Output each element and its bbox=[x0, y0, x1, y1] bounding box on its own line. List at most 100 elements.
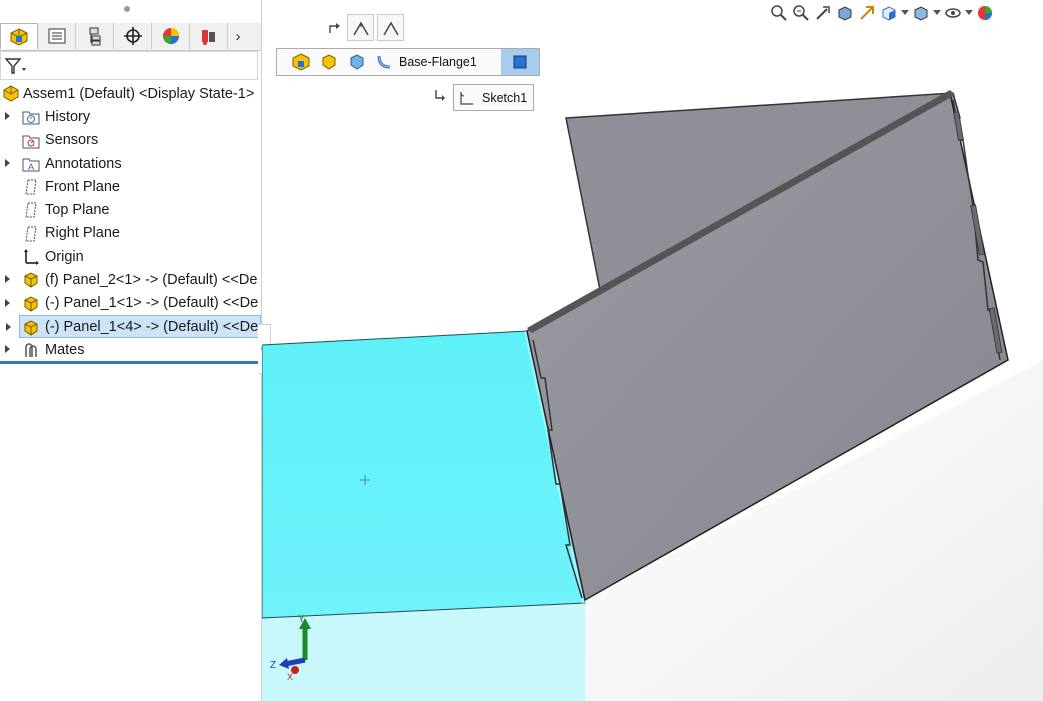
model-view bbox=[262, 90, 1043, 701]
display-manager-icon bbox=[162, 28, 179, 44]
assembly-icon bbox=[292, 53, 310, 71]
triad-x-label: X bbox=[287, 672, 293, 682]
tree-root-assembly[interactable]: Assem1 (Default) <Display State-1> bbox=[0, 82, 261, 105]
triad-z-label: Z bbox=[270, 660, 276, 671]
base-flange-icon bbox=[377, 55, 391, 69]
breadcrumb-body[interactable] bbox=[343, 49, 371, 75]
sketch-tool-button-1[interactable] bbox=[347, 14, 374, 41]
tab-feature-manager[interactable] bbox=[0, 23, 38, 49]
sensors-folder-icon bbox=[22, 132, 40, 150]
tree-item-label: Right Plane bbox=[45, 225, 120, 242]
cam-icon bbox=[201, 30, 215, 45]
view-orientation-icon[interactable] bbox=[878, 2, 900, 24]
appearance-icon[interactable] bbox=[974, 2, 996, 24]
part-icon bbox=[322, 54, 336, 70]
breadcrumb-bar: Base-Flange1 bbox=[276, 48, 540, 76]
filter-icon bbox=[4, 58, 26, 74]
configuration-manager-icon bbox=[89, 27, 100, 46]
tree-item-origin[interactable]: Origin bbox=[0, 245, 261, 268]
breadcrumb-sketch-label: Sketch1 bbox=[482, 90, 528, 105]
breadcrumb-assembly[interactable] bbox=[287, 49, 315, 75]
solid-body-icon bbox=[350, 54, 364, 70]
tab-property-manager[interactable] bbox=[38, 23, 76, 49]
sub-level-arrow-icon bbox=[433, 88, 447, 107]
breadcrumb-feature[interactable]: Base-Flange1 bbox=[371, 49, 481, 75]
part-icon bbox=[22, 319, 40, 337]
plane-icon bbox=[22, 201, 40, 219]
tree-filter[interactable] bbox=[0, 51, 258, 80]
origin-icon bbox=[22, 248, 40, 266]
sketch-icon bbox=[460, 91, 473, 105]
tree-item-mates[interactable]: Mates bbox=[0, 338, 261, 361]
dropdown-arrow-icon[interactable] bbox=[932, 2, 942, 24]
sketch-tool-button-2[interactable] bbox=[377, 14, 404, 41]
hide-show-icon[interactable] bbox=[942, 2, 964, 24]
tree-item-label: Top Plane bbox=[45, 202, 110, 219]
previous-view-icon[interactable] bbox=[812, 2, 834, 24]
tree-item-label: (-) Panel_1<4> -> (Default) <<De bbox=[45, 318, 259, 335]
display-style-icon[interactable] bbox=[910, 2, 932, 24]
expand-arrow-icon[interactable] bbox=[6, 322, 11, 331]
tree-item-front-plane[interactable]: Front Plane bbox=[0, 175, 261, 198]
panel-grip-handle[interactable] bbox=[124, 6, 130, 12]
tree-item-label: (-) Panel_1<1> -> (Default) <<De bbox=[45, 295, 259, 312]
exit-arrow-icon[interactable] bbox=[326, 19, 344, 37]
line-tool-icon bbox=[352, 21, 369, 35]
tree-item-label: Annotations bbox=[45, 155, 122, 172]
tree-item-panel-2-1[interactable]: (f) Panel_2<1> -> (Default) <<De bbox=[0, 268, 261, 291]
line-tool-icon bbox=[382, 21, 399, 35]
tree-item-sensors[interactable]: Sensors bbox=[0, 129, 261, 152]
rollback-bar[interactable] bbox=[0, 361, 259, 364]
tab-dimxpert-manager[interactable] bbox=[114, 23, 152, 49]
tree-item-history[interactable]: History bbox=[0, 105, 261, 128]
tree-item-panel-1-1[interactable]: (-) Panel_1<1> -> (Default) <<De bbox=[0, 292, 261, 315]
tree-item-label: History bbox=[45, 108, 91, 125]
expand-arrow-icon[interactable] bbox=[5, 112, 10, 121]
breadcrumb-part[interactable] bbox=[315, 49, 343, 75]
expand-arrow-icon[interactable] bbox=[5, 158, 10, 167]
coordinate-triad: Y Z X bbox=[270, 614, 311, 682]
zoom-to-fit-icon[interactable] bbox=[768, 2, 790, 24]
part-icon bbox=[22, 271, 40, 289]
face-icon bbox=[513, 55, 527, 69]
zoom-to-area-icon[interactable] bbox=[790, 2, 812, 24]
property-manager-icon bbox=[48, 28, 65, 44]
dropdown-arrow-icon[interactable] bbox=[900, 2, 910, 24]
plane-icon bbox=[22, 178, 40, 196]
tree-item-label: Front Plane bbox=[45, 178, 120, 195]
assembly-icon bbox=[2, 85, 20, 103]
tree-item-label: (f) Panel_2<1> -> (Default) <<De bbox=[45, 272, 258, 289]
tree-item-right-plane[interactable]: Right Plane bbox=[0, 222, 261, 245]
dropdown-arrow-icon[interactable] bbox=[964, 2, 974, 24]
mates-icon bbox=[22, 341, 40, 359]
tree-item-annotations[interactable]: A Annotations bbox=[0, 152, 261, 175]
tree-item-label: Sensors bbox=[45, 132, 99, 149]
part-icon bbox=[22, 295, 40, 313]
tab-display-manager[interactable] bbox=[152, 23, 190, 49]
breadcrumb-face[interactable] bbox=[501, 49, 539, 75]
svg-text:A: A bbox=[28, 162, 34, 172]
tab-cam-manager[interactable] bbox=[190, 23, 228, 49]
tabs-scroll-right-icon[interactable]: › bbox=[228, 23, 248, 50]
context-toolbar bbox=[326, 14, 404, 41]
tree-item-label: Mates bbox=[45, 341, 85, 358]
feature-manager-icon bbox=[10, 27, 28, 46]
sketch-breadcrumb: Sketch1 bbox=[433, 84, 535, 111]
section-view-icon[interactable] bbox=[834, 2, 856, 24]
annotations-folder-icon: A bbox=[22, 155, 40, 173]
expand-arrow-icon[interactable] bbox=[5, 298, 10, 307]
heads-up-view-toolbar bbox=[768, 2, 996, 24]
feature-manager-panel: › Assem1 (Default) <Display State-1> His… bbox=[0, 0, 262, 701]
breadcrumb-sketch[interactable]: Sketch1 bbox=[453, 84, 535, 111]
dynamic-annotation-icon[interactable] bbox=[856, 2, 878, 24]
graphics-area[interactable]: Base-Flange1 Sketch1 Y Z X bbox=[262, 0, 1043, 701]
expand-arrow-icon[interactable] bbox=[5, 345, 10, 354]
tree-item-top-plane[interactable]: Top Plane bbox=[0, 198, 261, 221]
tab-configuration-manager[interactable] bbox=[76, 23, 114, 49]
tree-item-panel-1-4[interactable]: (-) Panel_1<4> -> (Default) <<De bbox=[6, 314, 261, 339]
expand-arrow-icon[interactable] bbox=[5, 275, 10, 284]
plane-icon bbox=[22, 225, 40, 243]
history-folder-icon bbox=[22, 108, 40, 126]
dimxpert-icon bbox=[123, 27, 142, 45]
manager-tabs: › bbox=[0, 23, 261, 51]
